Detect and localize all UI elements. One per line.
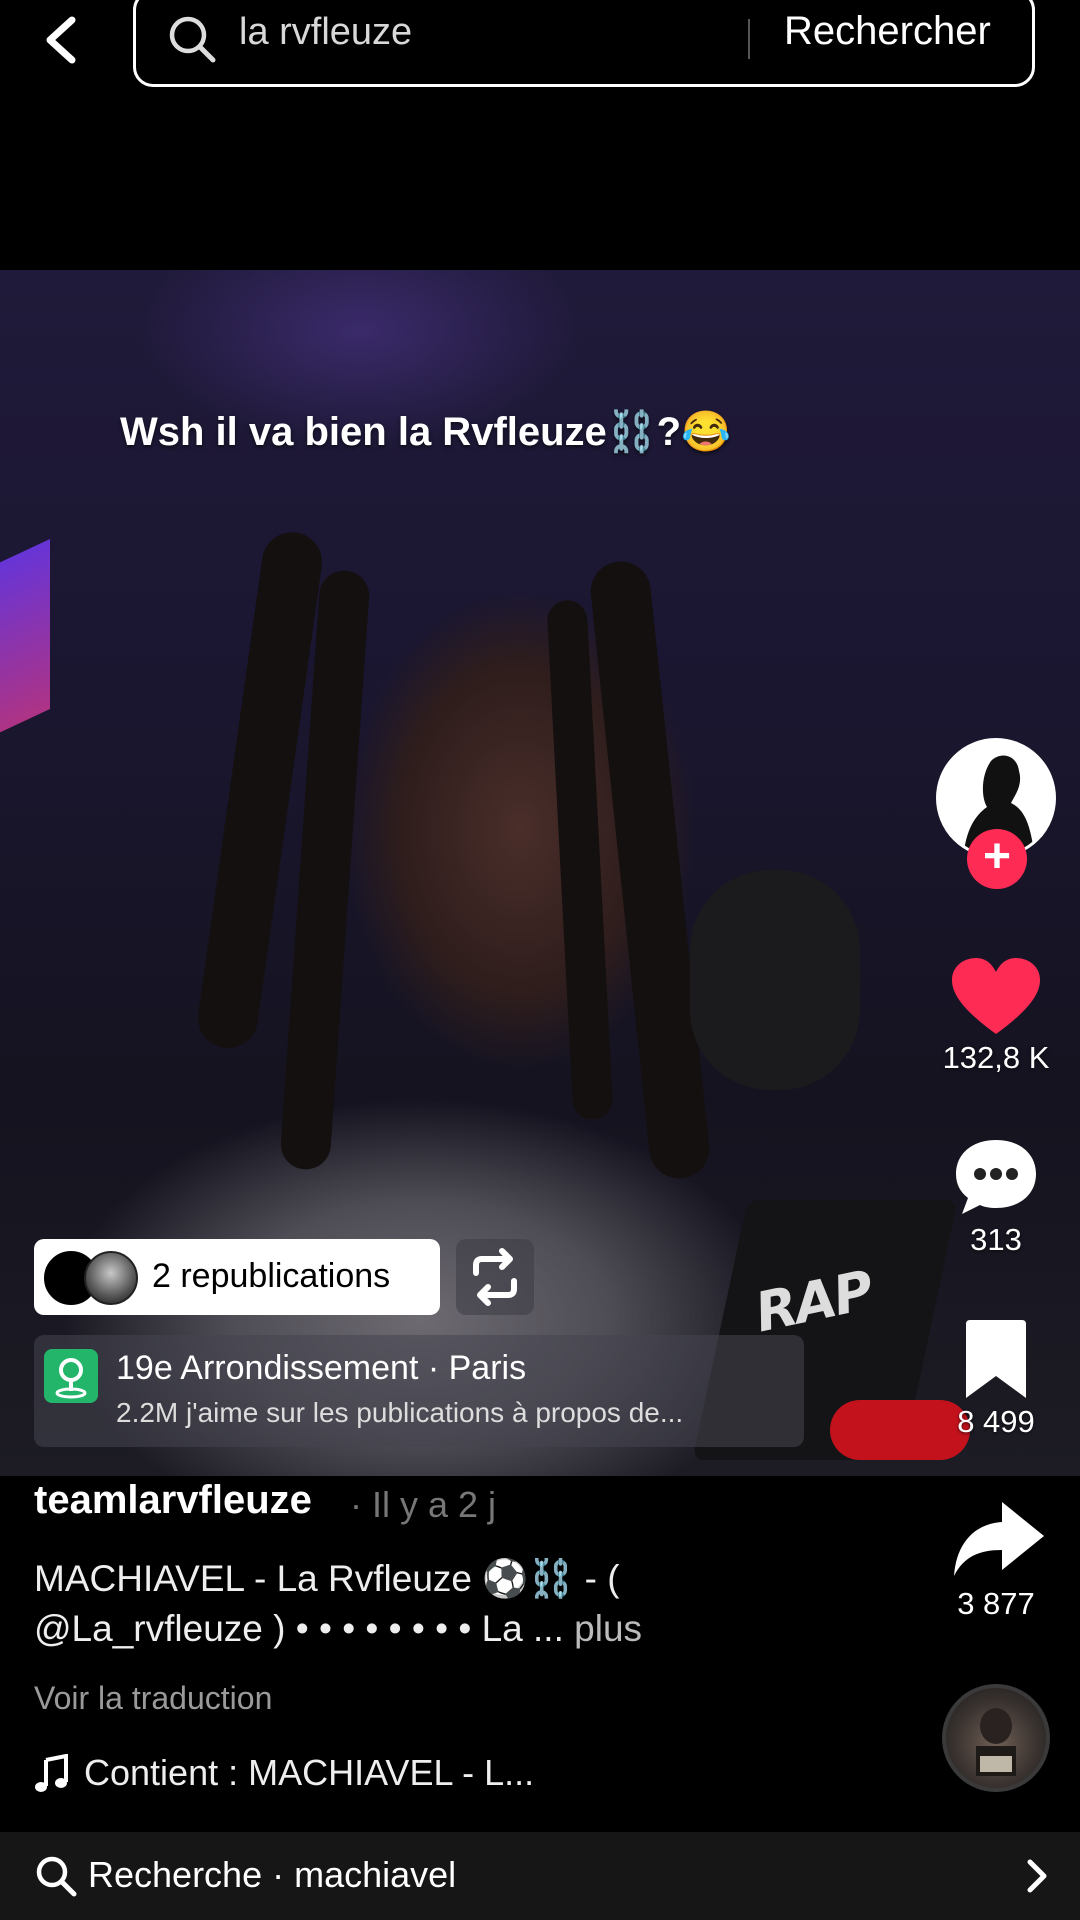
search-input[interactable]: la rvfleuze (239, 11, 412, 54)
post-description[interactable]: MACHIAVEL - La Rvfleuze ⚽⛓️ - ( @La_rvfl… (34, 1554, 804, 1654)
republications-chip[interactable]: 2 republications (34, 1239, 440, 1315)
follow-button[interactable]: + (967, 829, 1027, 889)
comment-count: 313 (970, 1222, 1022, 1257)
save-count: 8 499 (957, 1404, 1035, 1439)
sound-disc[interactable] (942, 1684, 1050, 1792)
heart-icon (952, 958, 1040, 1034)
location-chip[interactable]: 19e Arrondissement · Paris 2.2M j'aime s… (34, 1335, 804, 1447)
share-count: 3 877 (957, 1586, 1035, 1621)
chevron-right-icon (1027, 1859, 1047, 1893)
music-label[interactable]: Contient : MACHIAVEL - L... (84, 1752, 534, 1794)
related-search-bar[interactable]: Recherche · machiavel (0, 1832, 1080, 1920)
search-icon (36, 1856, 77, 1897)
chevron-left-icon (46, 16, 76, 64)
background-light (0, 539, 50, 751)
comment-button[interactable] (940, 1132, 1052, 1222)
republications-label: 2 republications (152, 1257, 391, 1295)
map-pin-icon (44, 1349, 98, 1403)
microphone (690, 870, 860, 1090)
search-submit-button[interactable]: Rechercher (784, 9, 991, 54)
related-search-label: Recherche · machiavel (88, 1854, 457, 1895)
location-title: 19e Arrondissement · Paris (116, 1349, 527, 1387)
repost-button[interactable] (456, 1239, 534, 1315)
back-button[interactable] (38, 10, 86, 70)
comment-icon (956, 1140, 1036, 1214)
post-time: · Il y a 2 j (350, 1484, 497, 1525)
location-subtitle: 2.2M j'aime sur les publications à propo… (116, 1397, 684, 1428)
video-caption: Wsh il va bien la Rvfleuze⛓️?😂 (120, 410, 731, 454)
save-button[interactable] (940, 1314, 1052, 1404)
search-divider (748, 19, 750, 59)
search-bar[interactable]: la rvfleuze Rechercher (133, 0, 1035, 87)
search-icon (169, 16, 216, 63)
music-note-icon (35, 1754, 68, 1792)
translate-link[interactable]: Voir la traduction (34, 1680, 272, 1717)
bookmark-icon (966, 1320, 1026, 1398)
share-button[interactable] (940, 1496, 1052, 1586)
avatar (84, 1251, 138, 1305)
search-header: la rvfleuze Rechercher (0, 0, 1080, 270)
sound-cover-image (976, 1708, 1016, 1776)
more-link[interactable]: plus (574, 1608, 642, 1649)
description-text: MACHIAVEL - La Rvfleuze ⚽⛓️ - ( @La_rvfl… (34, 1558, 620, 1649)
like-count: 132,8 K (942, 1040, 1050, 1075)
share-arrow-icon (954, 1502, 1044, 1576)
repost-icon (473, 1248, 517, 1306)
author-username[interactable]: teamlarvfleuze (34, 1478, 312, 1523)
like-button[interactable] (940, 952, 1052, 1042)
